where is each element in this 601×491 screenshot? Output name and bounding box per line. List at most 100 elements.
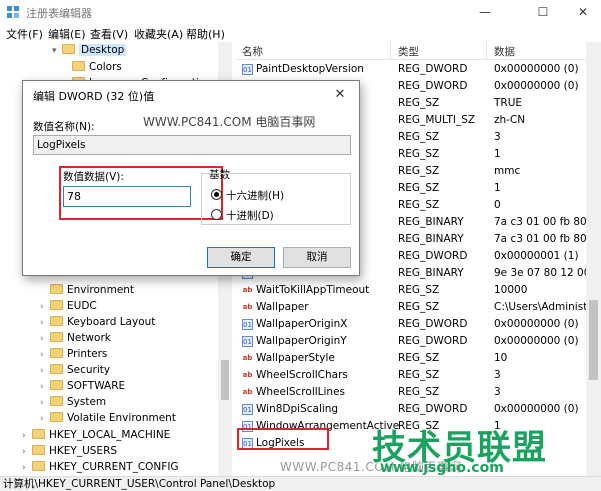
tree-item-label: EUDC: [67, 300, 97, 312]
tree-item-environment[interactable]: Environment: [40, 282, 134, 298]
list-scrollbar-thumb[interactable]: [589, 300, 598, 380]
cell-type: REG_DWORD: [398, 63, 468, 75]
menu-file[interactable]: 文件(F): [6, 26, 43, 42]
folder-icon: [62, 44, 75, 54]
menu-edit[interactable]: 编辑(E): [48, 26, 86, 42]
radio-hexadecimal-label[interactable]: 十六进制(H): [226, 188, 284, 203]
tree-expander[interactable]: ›: [40, 315, 50, 331]
cell-type: REG_BINARY: [398, 267, 464, 279]
table-row[interactable]: ab WaitToKillAppTimeout REG_SZ 10000: [236, 282, 586, 299]
folder-icon: [32, 445, 45, 455]
radio-decimal-label[interactable]: 十进制(D): [226, 208, 274, 223]
window-title: 注册表编辑器: [26, 7, 92, 20]
table-row[interactable]: ab WheelScrollLines REG_SZ 3: [236, 384, 586, 401]
tree-expander[interactable]: ›: [40, 411, 50, 427]
tree-item-label: System: [67, 396, 107, 408]
value-data-label: 数值数据(V):: [63, 171, 124, 183]
tree-item-colors[interactable]: Colors: [72, 59, 122, 75]
minimize-button[interactable]: —: [462, 0, 508, 24]
radio-hexadecimal[interactable]: [211, 189, 222, 200]
table-row[interactable]: ab WheelScrollChars REG_SZ 3: [236, 367, 586, 384]
tree-expander[interactable]: ›: [40, 331, 50, 347]
string-value-icon: ab: [242, 286, 253, 294]
tree-item-security[interactable]: › Security: [40, 362, 110, 378]
cell-type: REG_DWORD: [398, 403, 468, 415]
tree-item-system[interactable]: › System: [40, 394, 106, 410]
tree-item-network[interactable]: › Network: [40, 330, 111, 346]
cell-data: 0x00000000 (0): [494, 63, 579, 75]
value-name-field: LogPixels: [33, 135, 351, 155]
cell-data: 10: [494, 352, 508, 364]
cell-name: WallpaperOriginX: [256, 318, 348, 330]
folder-icon: [50, 284, 63, 294]
tree-item-hkey-users[interactable]: › HKEY_USERS: [22, 443, 117, 459]
tree-item-label: Colors: [89, 61, 122, 73]
cell-data: 7a c3 01 00 fb 80 04: [494, 233, 586, 245]
cell-data: 9e 3e 07 80 12 00 0: [494, 267, 586, 279]
tree-expander[interactable]: ›: [40, 347, 50, 363]
table-row[interactable]: 01 PaintDesktopVersion REG_DWORD 0x00000000…: [236, 61, 586, 78]
close-button[interactable]: ✕: [560, 0, 601, 24]
ok-button[interactable]: 确定: [207, 247, 275, 268]
dialog-close-button[interactable]: ✕: [329, 84, 351, 106]
cell-type: REG_SZ: [398, 182, 440, 194]
folder-icon: [50, 348, 63, 358]
menu-help[interactable]: 帮助(H): [186, 26, 225, 42]
tree-expander[interactable]: ›: [40, 379, 50, 395]
tree-expander[interactable]: ›: [40, 395, 50, 411]
string-value-icon: ab: [242, 303, 253, 311]
table-row[interactable]: abWallpaper REG_SZ C:\Users\Administra: [236, 299, 586, 316]
tree-expander[interactable]: ›: [22, 428, 32, 444]
folder-icon: [50, 332, 63, 342]
table-row[interactable]: 01 Win8DpiScaling REG_DWORD 0x00000000 (0): [236, 401, 586, 418]
table-row[interactable]: 01 WallpaperOriginX REG_DWORD 0x00000000 (0…: [236, 316, 586, 333]
cell-data: 1: [494, 182, 501, 194]
table-row[interactable]: 01 WallpaperOriginY REG_DWORD 0x00000000 (0…: [236, 333, 586, 350]
tree-item-software[interactable]: › SOFTWARE: [40, 378, 125, 394]
string-value-icon: ab: [242, 371, 253, 379]
cell-data: 3: [494, 131, 501, 143]
tree-expander[interactable]: ›: [40, 363, 50, 379]
tree-item-printers[interactable]: › Printers: [40, 346, 107, 362]
list-header: 名称 类型 数据: [236, 42, 586, 60]
cancel-button[interactable]: 取消: [283, 247, 351, 268]
cell-data: mmc: [494, 165, 521, 177]
column-divider[interactable]: [486, 42, 487, 60]
value-data-input[interactable]: 78: [63, 186, 191, 207]
column-divider[interactable]: [390, 42, 391, 60]
tree-expander[interactable]: ›: [40, 299, 50, 315]
cell-type: REG_SZ: [398, 386, 440, 398]
column-header-name[interactable]: 名称: [242, 44, 263, 59]
menu-favorites[interactable]: 收藏夹(A): [134, 26, 183, 42]
cell-type: REG_SZ: [398, 352, 440, 364]
status-bar-path: 计算机\HKEY_CURRENT_USER\Control Panel\Desk…: [0, 476, 601, 491]
cell-name: WallpaperOriginY: [256, 335, 347, 347]
cell-data: 3: [494, 369, 501, 381]
folder-icon: [50, 412, 63, 422]
list-scrollbar[interactable]: [586, 42, 601, 476]
tree-expander[interactable]: ›: [22, 444, 32, 460]
regedit-app-icon: [7, 6, 19, 18]
radio-decimal[interactable]: [211, 209, 222, 220]
table-row[interactable]: ab WallpaperStyle REG_SZ 10: [236, 350, 586, 367]
tree-item-hkey-local-machine[interactable]: › HKEY_LOCAL_MACHINE: [22, 427, 170, 443]
cell-data: TRUE: [494, 97, 523, 109]
tree-item-keyboard-layout[interactable]: › Keyboard Layout: [40, 314, 155, 330]
menu-bar: 文件(F) 编辑(E) 查看(V) 收藏夹(A) 帮助(H): [0, 24, 601, 42]
cell-type: REG_DWORD: [398, 335, 468, 347]
cell-type: REG_SZ: [398, 301, 440, 313]
folder-icon: [72, 61, 85, 71]
tree-expander[interactable]: ›: [22, 460, 32, 476]
cell-name: WheelScrollLines: [256, 386, 346, 398]
tree-item-volatile-environment[interactable]: › Volatile Environment: [40, 410, 176, 426]
tree-scrollbar-thumb[interactable]: [221, 360, 229, 400]
tree-expander[interactable]: ▾: [52, 43, 62, 59]
cell-type: REG_BINARY: [398, 216, 464, 228]
column-header-type[interactable]: 类型: [398, 44, 419, 59]
menu-view[interactable]: 查看(V): [90, 26, 128, 42]
tree-item-desktop[interactable]: ▾ Desktop: [52, 42, 127, 59]
column-header-data[interactable]: 数据: [494, 44, 515, 59]
tree-item-hkey-current-config[interactable]: › HKEY_CURRENT_CONFIG: [22, 459, 179, 475]
cell-name: WheelScrollChars: [256, 369, 348, 381]
tree-item-eudc[interactable]: › EUDC: [40, 298, 97, 314]
